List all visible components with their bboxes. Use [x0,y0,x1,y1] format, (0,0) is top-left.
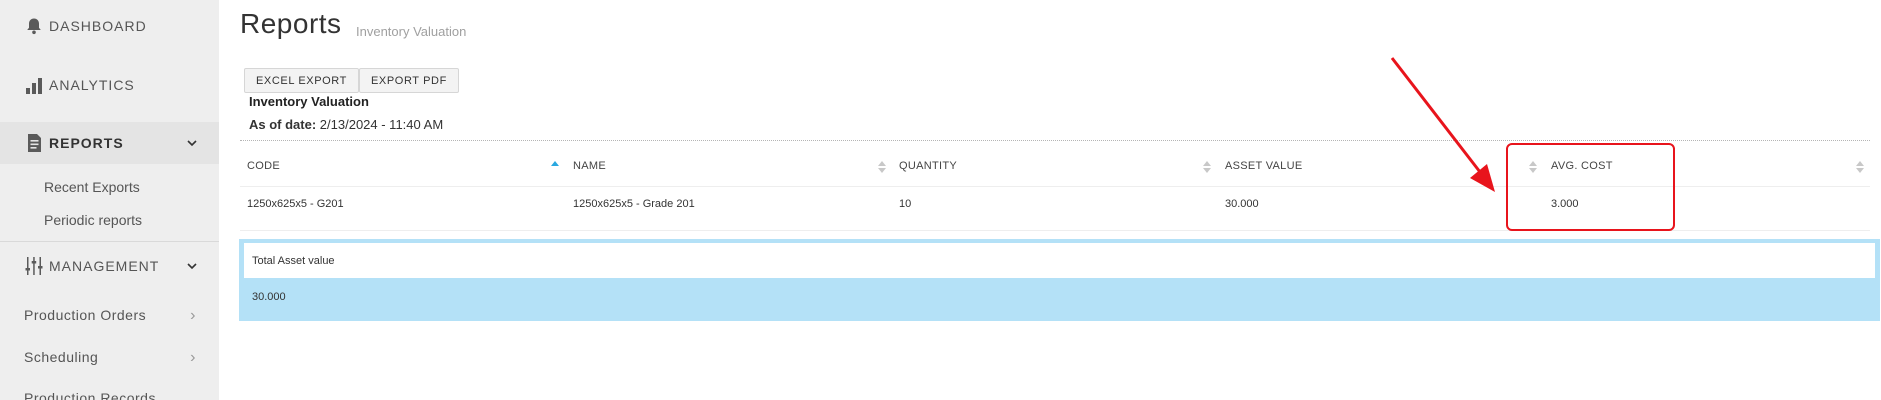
annotation-arrow-icon [1390,57,1495,192]
